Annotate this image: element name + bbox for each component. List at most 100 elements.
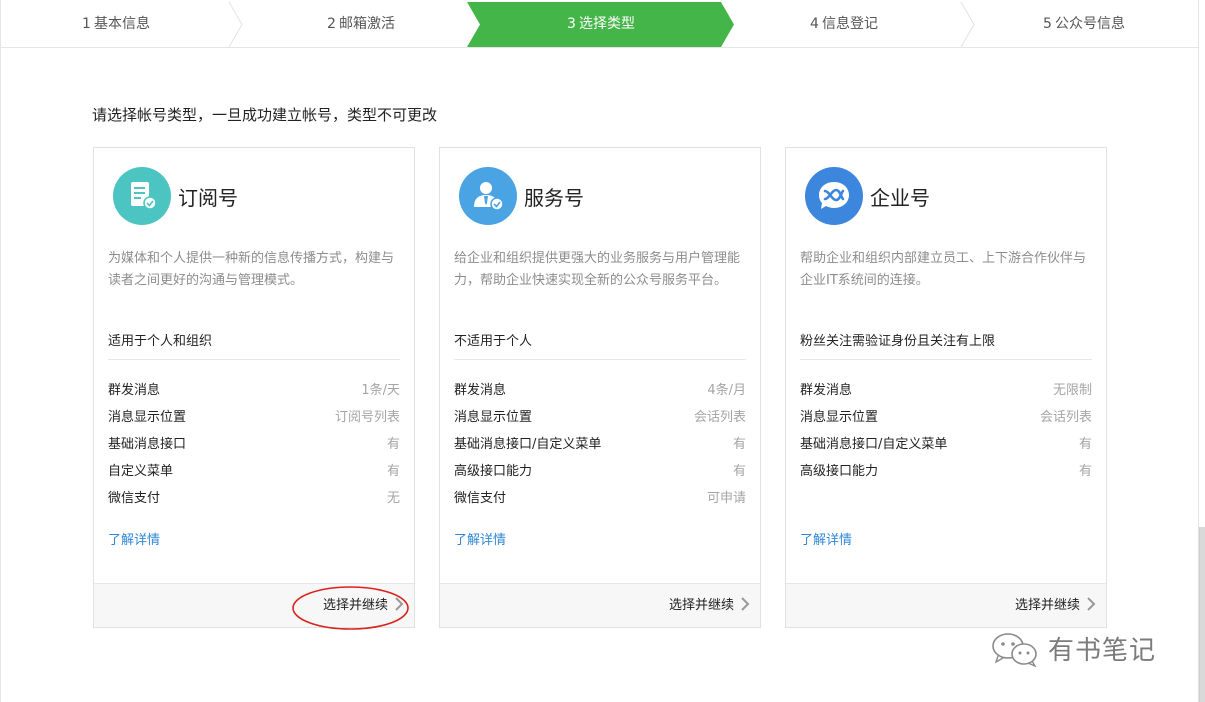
feature-row: 基础消息接口/自定义菜单 有 [800,434,1092,461]
enterprise-icon [805,167,863,225]
step-label: 信息登记 [821,16,878,32]
feature-value: 可申请 [706,491,746,506]
highlight-annotation-oval [292,586,409,630]
step-5: 5 公众号信息 [994,2,1174,47]
feature-row: 基础消息接口 有 [108,434,400,461]
feature-name: 消息显示位置 [454,410,533,425]
card-header: 服务号 [459,167,584,225]
feature-name: 自定义菜单 [108,464,174,479]
step-1: 1 基本信息 [26,2,206,47]
step-number: 1 [82,16,91,32]
card-applicability: 适用于个人和组织 [108,334,213,349]
feature-value: 无限制 [1052,383,1092,398]
feature-name: 高级接口能力 [454,464,533,479]
feature-name: 消息显示位置 [800,410,879,425]
step-label: 公众号信息 [1054,16,1125,32]
feature-name: 高级接口能力 [800,464,879,479]
select-continue-button[interactable]: 选择并继续 [1015,594,1096,613]
card-applicability: 不适用于个人 [454,334,533,349]
feature-name: 消息显示位置 [108,410,187,425]
feature-row: 群发消息 无限制 [800,380,1092,407]
feature-name: 基础消息接口/自定义菜单 [800,437,948,452]
learn-more-link[interactable]: 了解详情 [800,529,852,548]
step-label: 选择类型 [578,16,635,32]
divider [108,359,400,360]
step-4: 4 信息登记 [754,2,934,47]
feature-name: 群发消息 [108,383,161,398]
step-label: 基本信息 [93,16,150,32]
watermark: 有书笔记 [990,630,1156,667]
feature-row: 微信支付 可申请 [454,488,746,515]
step-separator [960,2,975,47]
feature-name: 基础消息接口 [108,437,187,452]
feature-name: 基础消息接口/自定义菜单 [454,437,602,452]
wechat-logo-icon [992,632,1037,667]
card-description: 给企业和组织提供更强大的业务服务与用户管理能力，帮助企业快速实现全新的公众号服务… [454,251,741,288]
step-2: 2 邮箱激活 [271,2,451,47]
feature-value: 有 [386,437,400,452]
learn-more-link[interactable]: 了解详情 [108,529,160,548]
feature-list: 群发消息 1条/天 消息显示位置 订阅号列表 基础消息接口有 自定义菜单有 微信支付… [108,380,400,515]
feature-value: 有 [386,464,400,479]
card-description: 为媒体和个人提供一种新的信息传播方式，构建与读者之间更好的沟通与管理模式。 [108,251,395,288]
feature-value: 会话列表 [1039,410,1092,425]
scrollbar[interactable] [1199,527,1205,702]
step-number: 4 [810,16,819,32]
step-3-active: 3 选择类型 [511,2,691,47]
card-footer: 选择并继续 [440,583,760,627]
feature-value: 订阅号列表 [334,410,400,425]
step-indicator: 1 基本信息 2 邮箱激活 3 选择类型 4 信息登记 5 公众号信息 [1,2,1199,48]
feature-value: 无 [386,491,400,506]
card-description: 帮助企业和组织内部建立员工、上下游合作伙伴与企业IT系统间的连接。 [800,251,1087,288]
feature-value: 4条/月 [707,383,746,398]
chevron-right-icon [741,596,750,611]
feature-row: 群发消息 1条/天 [108,380,400,407]
account-type-card-enterprise: 企业号 帮助企业和组织内部建立员工、上下游合作伙伴与企业IT系统间的连接。 粉丝… [785,147,1107,628]
feature-row: 基础消息接口/自定义菜单 有 [454,434,746,461]
card-header: 企业号 [805,167,930,225]
account-type-card-subscription: 订阅号 为媒体和个人提供一种新的信息传播方式，构建与读者之间更好的沟通与管理模式… [93,147,415,628]
feature-value: 有 [732,437,746,452]
feature-row: 消息显示位置 会话列表 [800,407,1092,434]
feature-row: 微信支付 无 [108,488,400,515]
card-header: 订阅号 [113,167,238,225]
feature-name: 群发消息 [800,383,853,398]
step-number: 5 [1043,16,1052,32]
feature-value: 有 [732,464,746,479]
feature-row: 高级接口能力 有 [800,461,1092,488]
service-icon [459,167,517,225]
feature-row: 高级接口能力 有 [454,461,746,488]
select-continue-button[interactable]: 选择并继续 [669,594,750,613]
card-footer: 选择并继续 [786,583,1106,627]
feature-name: 微信支付 [108,491,161,506]
button-label: 选择并继续 [1014,598,1080,613]
feature-value: 有 [1078,437,1092,452]
card-title: 订阅号 [178,185,238,210]
subscription-icon [113,167,171,225]
step-separator [228,2,243,47]
learn-more-link[interactable]: 了解详情 [454,529,506,548]
step-number: 3 [567,16,576,32]
watermark-text: 有书笔记 [1048,636,1157,666]
feature-name: 群发消息 [454,383,507,398]
feature-row: 消息显示位置 订阅号列表 [108,407,400,434]
instruction-text: 请选择帐号类型，一旦成功建立帐号，类型不可更改 [92,106,438,124]
feature-name: 微信支付 [454,491,507,506]
feature-list: 群发消息 4条/月 消息显示位置 会话列表 基础消息接口/自定义菜单有 高级接口能力… [454,380,746,515]
step-number: 2 [327,16,336,32]
chevron-right-icon [1087,596,1096,611]
step-label: 邮箱激活 [338,16,395,32]
card-applicability: 粉丝关注需验证身份且关注有上限 [800,334,996,349]
divider [454,359,746,360]
account-type-card-service: 服务号 给企业和组织提供更强大的业务服务与用户管理能力，帮助企业快速实现全新的公… [439,147,761,628]
button-label: 选择并继续 [668,598,734,613]
feature-row: 消息显示位置 会话列表 [454,407,746,434]
divider [800,359,1092,360]
card-title: 企业号 [870,185,930,210]
feature-value: 1条/天 [361,383,400,398]
feature-value: 会话列表 [693,410,746,425]
feature-row: 群发消息 4条/月 [454,380,746,407]
feature-value: 有 [1078,464,1092,479]
card-title: 服务号 [524,185,584,210]
feature-list: 群发消息 无限制 消息显示位置 会话列表 基础消息接口/自定义菜单有 高级接口能力有 [800,380,1092,488]
